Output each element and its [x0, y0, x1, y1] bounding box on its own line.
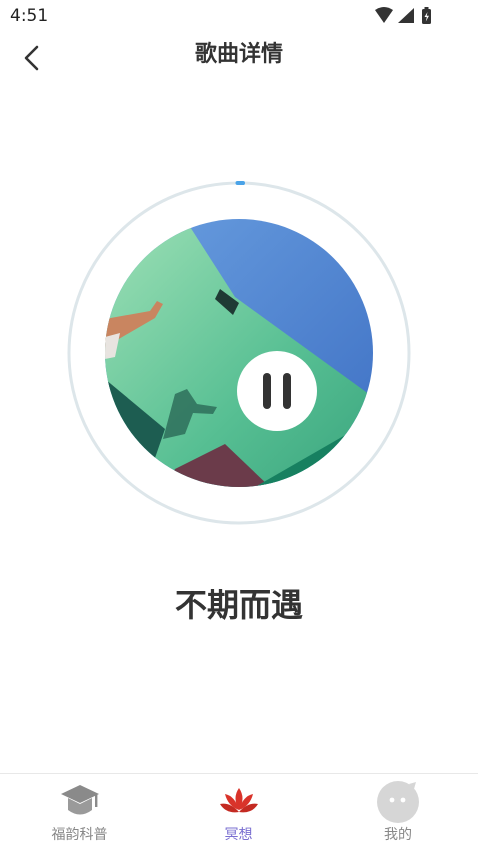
graduation-cap-icon [58, 780, 102, 824]
status-icons [374, 6, 444, 26]
tab-mine[interactable]: 我的 [318, 774, 478, 850]
status-time: 4:51 [10, 6, 49, 26]
song-title: 不期而遇 [174, 586, 303, 624]
player-disc [67, 181, 411, 525]
pause-icon-bar-left [263, 373, 271, 409]
tab-label: 我的 [384, 827, 412, 843]
tab-science[interactable]: 福韵科普 [0, 774, 159, 850]
tab-label: 福韵科普 [51, 827, 108, 843]
header: 歌曲详情 [0, 32, 478, 82]
cellular-signal-icon [398, 8, 414, 23]
battery-icon [422, 7, 431, 24]
pause-button[interactable] [237, 351, 317, 431]
status-bar: 4:51 [0, 0, 478, 32]
pause-icon-bar-right [283, 373, 291, 409]
lotus-icon [217, 780, 261, 824]
album-cover [105, 219, 373, 487]
avatar-icon [376, 780, 420, 824]
wifi-icon [375, 7, 393, 23]
page-title: 歌曲详情 [194, 42, 283, 67]
album-art-image [105, 219, 373, 487]
tab-label: 冥想 [224, 827, 253, 843]
tab-meditation[interactable]: 冥想 [159, 774, 318, 850]
bottom-tab-bar: 福韵科普 冥想 我的 [0, 773, 478, 850]
